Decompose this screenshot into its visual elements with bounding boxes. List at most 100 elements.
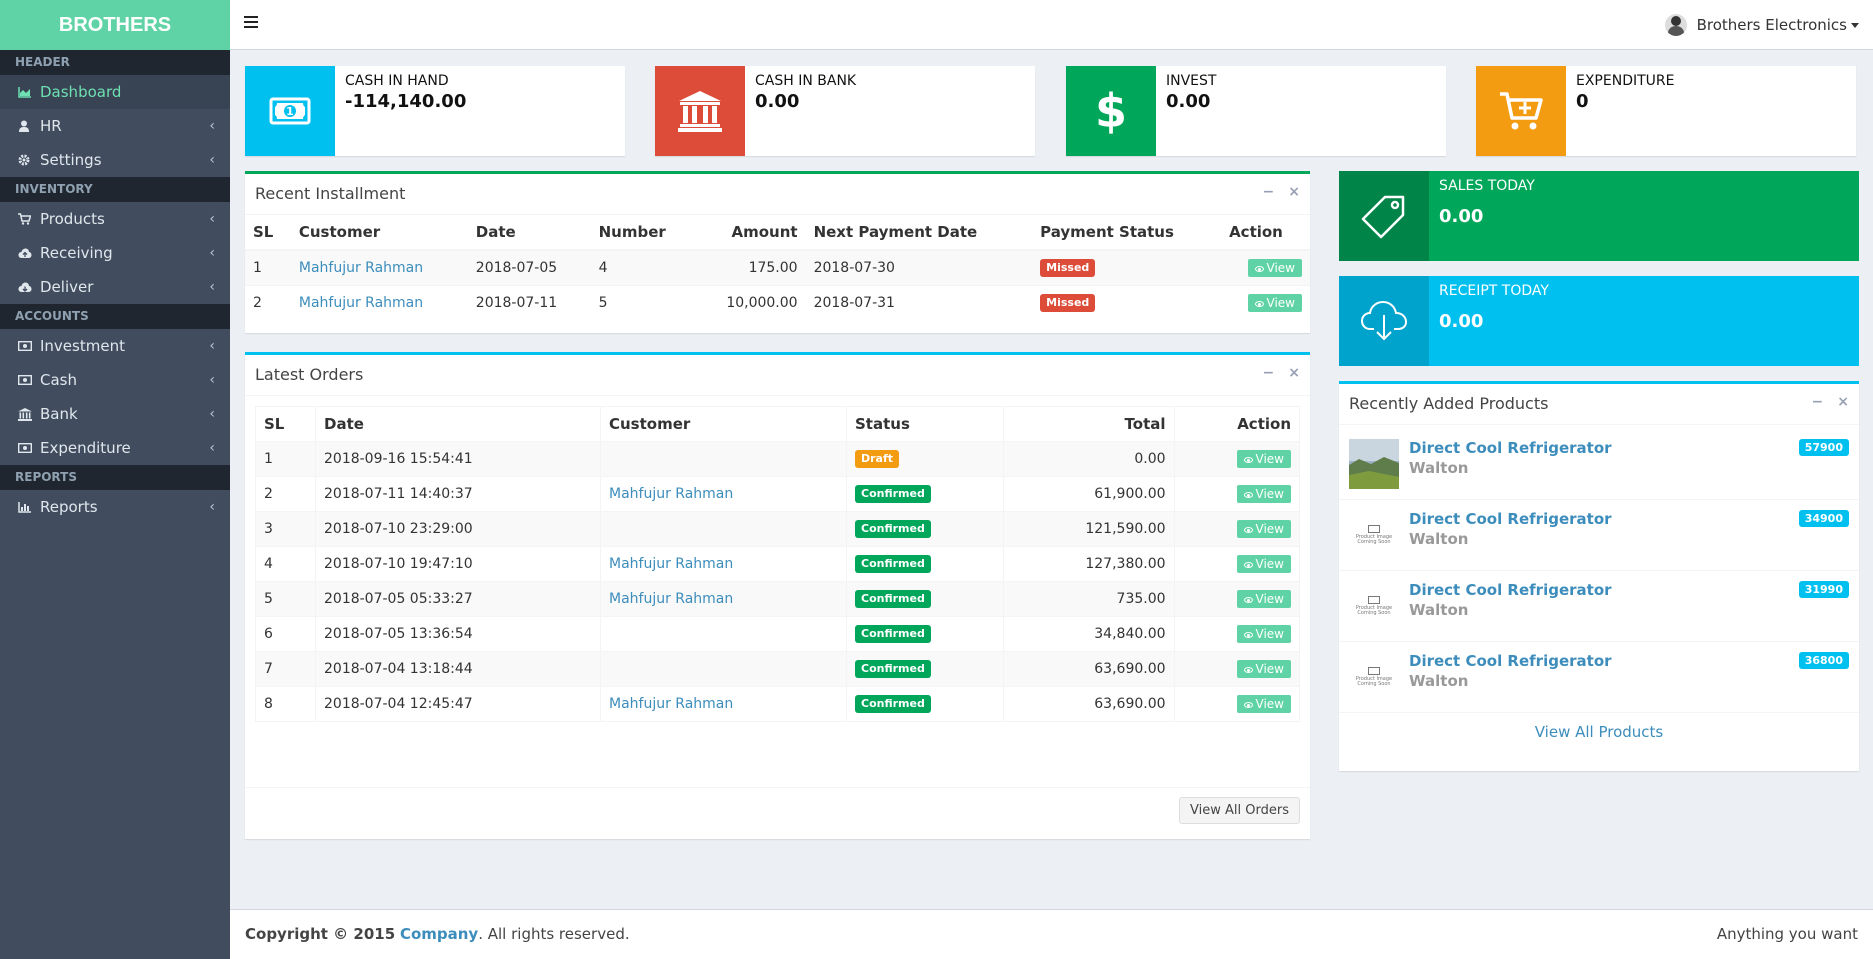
box-tools: − × [1249, 184, 1300, 200]
sidebar-item-cash[interactable]: Cash ‹ [0, 363, 230, 397]
view-button[interactable]: View [1236, 520, 1291, 538]
table-row: 2 2018-07-11 14:40:37 Mahfujur Rahman Confi… [255, 476, 1301, 512]
image-placeholder: Product Image Coming Soon [1349, 510, 1399, 560]
customer-link[interactable]: Mahfujur Rahman [609, 556, 733, 572]
customer-cell: Mahfujur Rahman [290, 285, 468, 320]
view-button[interactable]: View [1236, 590, 1291, 608]
sidebar-item-expenditure[interactable]: Expenditure ‹ [0, 431, 230, 465]
sidebar-item-label: Reports [40, 498, 98, 516]
sidebar-item-hr[interactable]: HR ‹ [0, 109, 230, 143]
sidebar-item-label: Receiving [40, 244, 113, 262]
customer-link[interactable]: Mahfujur Rahman [299, 295, 423, 311]
product-title[interactable]: Direct Cool Refrigerator [1409, 652, 1612, 670]
customer-link[interactable]: Mahfujur Rahman [609, 486, 733, 502]
customer-link[interactable]: Mahfujur Rahman [609, 591, 733, 607]
camera-icon [1368, 524, 1380, 533]
view-button[interactable]: View [1236, 660, 1291, 678]
box-title: Latest Orders [255, 365, 364, 384]
view-button-label: View [1255, 487, 1284, 501]
date-cell: 2018-07-10 23:29:00 [315, 511, 601, 547]
product-item[interactable]: Direct Cool Refrigerator Walton 57900 [1339, 429, 1859, 500]
info-box-cash-in-bank: CASH IN BANK 0.00 [655, 66, 1035, 156]
product-title[interactable]: Direct Cool Refrigerator [1409, 439, 1612, 457]
product-price-badge: 31990 [1798, 581, 1849, 598]
bank-icon [18, 407, 40, 421]
money-icon: 1 [245, 66, 335, 156]
bar-chart-icon [18, 501, 40, 513]
sidebar-item-investment[interactable]: Investment ‹ [0, 329, 230, 363]
close-icon[interactable]: × [1288, 184, 1300, 200]
column-header: Next Payment Date [805, 215, 1033, 251]
sl-cell: 7 [255, 651, 316, 687]
table-row: 8 2018-07-04 12:45:47 Mahfujur Rahman Confi… [255, 686, 1301, 722]
customer-link[interactable]: Mahfujur Rahman [609, 696, 733, 712]
view-button-label: View [1255, 592, 1284, 606]
sidebar-item-label: Settings [40, 151, 102, 169]
action-cell: View [1173, 651, 1301, 687]
customer-cell: Mahfujur Rahman [600, 581, 847, 617]
dollar-icon: $ [1066, 66, 1156, 156]
money-icon [18, 375, 40, 385]
table-row: 3 2018-07-10 23:29:00 Confirmed 121,590.00 V… [255, 511, 1301, 547]
product-brand: Walton [1409, 601, 1469, 619]
view-button[interactable]: View [1236, 485, 1291, 503]
collapse-icon[interactable]: − [1263, 365, 1275, 381]
image-placeholder: Product Image Coming Soon [1349, 652, 1399, 702]
product-image: Product Image Coming Soon [1349, 510, 1399, 560]
sidebar-item-reports[interactable]: Reports ‹ [0, 490, 230, 524]
table-row: 1 Mahfujur Rahman 2018-07-05 4 175.00 2018-07… [245, 249, 1310, 286]
column-header: Payment Status [1032, 215, 1222, 251]
eye-icon [1243, 596, 1253, 603]
sidebar-item-receiving[interactable]: Receiving ‹ [0, 236, 230, 270]
status-cell: Confirmed [846, 476, 1004, 512]
view-button[interactable]: View [1247, 259, 1302, 277]
company-link[interactable]: Company [400, 925, 478, 943]
sidebar-item-dashboard[interactable]: Dashboard [0, 75, 230, 109]
brand-logo[interactable]: BROTHERS [0, 0, 230, 50]
product-item[interactable]: Product Image Coming Soon Direct Cool Ref… [1339, 500, 1859, 571]
product-info: Direct Cool Refrigerator Walton [1409, 439, 1612, 477]
collapse-icon[interactable]: − [1263, 184, 1275, 200]
view-button[interactable]: View [1236, 695, 1291, 713]
collapse-icon[interactable]: − [1812, 394, 1824, 410]
product-item[interactable]: Product Image Coming Soon Direct Cool Ref… [1339, 642, 1859, 713]
box-tools: − × [1249, 365, 1300, 381]
close-icon[interactable]: × [1288, 365, 1300, 381]
info-box-content: CASH IN BANK 0.00 [745, 66, 866, 156]
sidebar-item-label: Expenditure [40, 439, 131, 457]
action-cell: View [1173, 441, 1301, 477]
user-menu[interactable]: Brothers Electronics [1664, 0, 1859, 50]
sidebar-item-bank[interactable]: Bank ‹ [0, 397, 230, 431]
product-title[interactable]: Direct Cool Refrigerator [1409, 581, 1612, 599]
sl-cell: 6 [255, 616, 316, 652]
tag-icon [1339, 171, 1429, 261]
top-navbar: Brothers Electronics [230, 0, 1873, 50]
money-icon [18, 443, 40, 453]
column-header: Action [1221, 215, 1310, 251]
orders-table-wrap: SL Date Customer Status Total Action 1 2018-09… [245, 396, 1310, 732]
sidebar-item-products[interactable]: Products ‹ [0, 202, 230, 236]
product-brand: Walton [1409, 672, 1469, 690]
view-button-label: View [1255, 522, 1284, 536]
customer-link[interactable]: Mahfujur Rahman [299, 260, 423, 276]
date-cell: 2018-07-11 14:40:37 [315, 476, 601, 512]
sidebar-item-deliver[interactable]: Deliver ‹ [0, 270, 230, 304]
product-item[interactable]: Product Image Coming Soon Direct Cool Ref… [1339, 571, 1859, 642]
close-icon[interactable]: × [1837, 394, 1849, 410]
date-cell: 2018-07-11 [467, 285, 591, 320]
view-button[interactable]: View [1236, 555, 1291, 573]
status-badge: Missed [1040, 259, 1096, 277]
sidebar-toggle-icon[interactable] [244, 16, 258, 31]
gear-icon [18, 154, 40, 166]
product-title[interactable]: Direct Cool Refrigerator [1409, 510, 1612, 528]
status-cell: Confirmed [846, 546, 1004, 582]
sidebar-item-settings[interactable]: Settings ‹ [0, 143, 230, 177]
action-cell: View [1221, 285, 1310, 320]
view-button[interactable]: View [1247, 294, 1302, 312]
date-cell: 2018-07-04 12:45:47 [315, 686, 601, 722]
view-button[interactable]: View [1236, 625, 1291, 643]
view-all-products-link[interactable]: View All Products [1535, 723, 1664, 741]
view-button[interactable]: View [1236, 450, 1291, 468]
info-box-label: CASH IN HAND [345, 73, 449, 89]
view-all-orders-button[interactable]: View All Orders [1179, 797, 1300, 824]
